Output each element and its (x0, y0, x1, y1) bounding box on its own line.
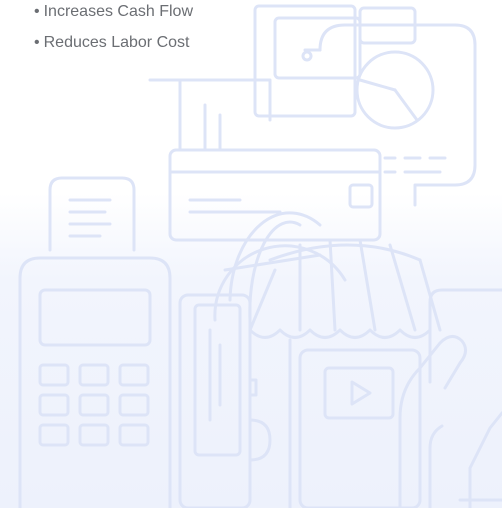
bullet: • (34, 34, 40, 51)
hand-holding-phone-icon (398, 335, 467, 508)
benefits-list: • Increases Cash Flow • Reduces Labor Cost (34, 0, 193, 66)
mobile-card-reader-icon (178, 293, 272, 508)
video-play-icon (298, 348, 422, 508)
tablet-icon (428, 288, 502, 508)
benefit-item-reduces-labor-cost: • Reduces Labor Cost (34, 35, 193, 51)
card-terminal-icon (18, 176, 172, 508)
benefit-item-increases-cash-flow: • Increases Cash Flow (34, 4, 193, 20)
payments-illustration (18, 4, 502, 508)
benefit-label: Reduces Labor Cost (43, 34, 190, 51)
bullet: • (34, 3, 40, 20)
benefit-label: Increases Cash Flow (43, 3, 193, 20)
